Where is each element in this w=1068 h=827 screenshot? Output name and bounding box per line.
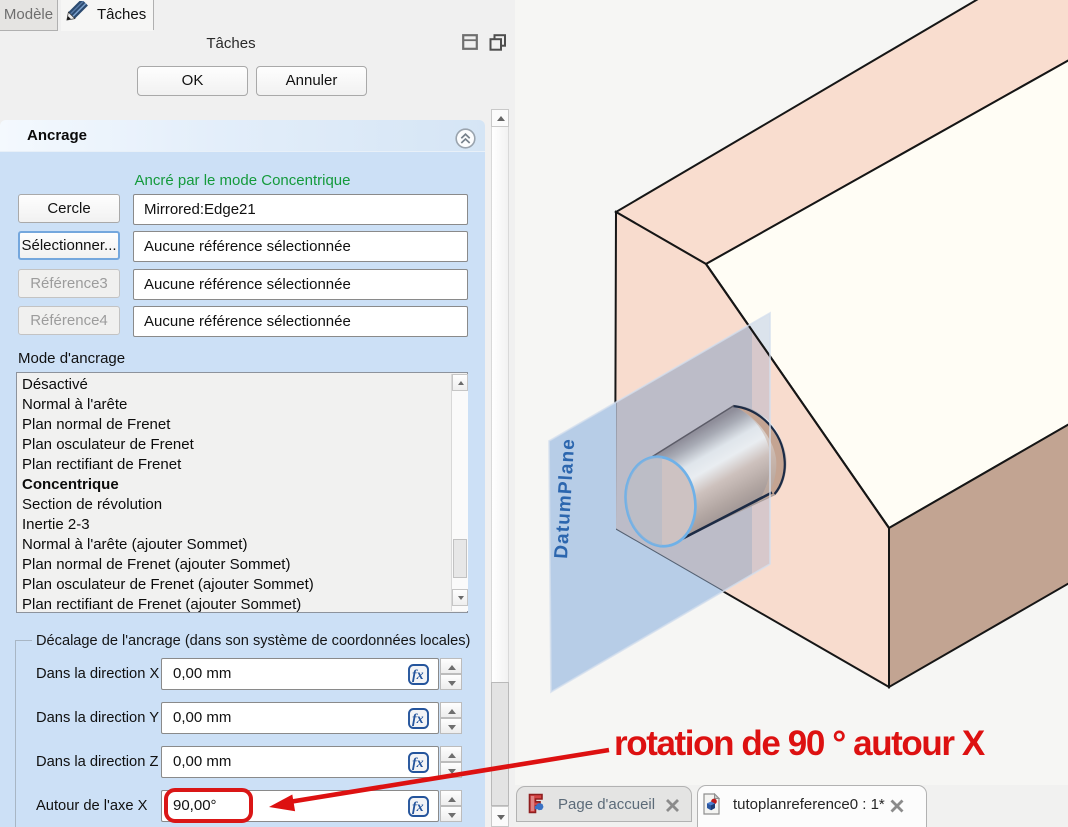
svg-text:fx: fx [412, 800, 424, 815]
svg-text:fx: fx [412, 756, 424, 771]
svg-text:fx: fx [412, 712, 424, 727]
svg-text:fx: fx [412, 668, 424, 683]
